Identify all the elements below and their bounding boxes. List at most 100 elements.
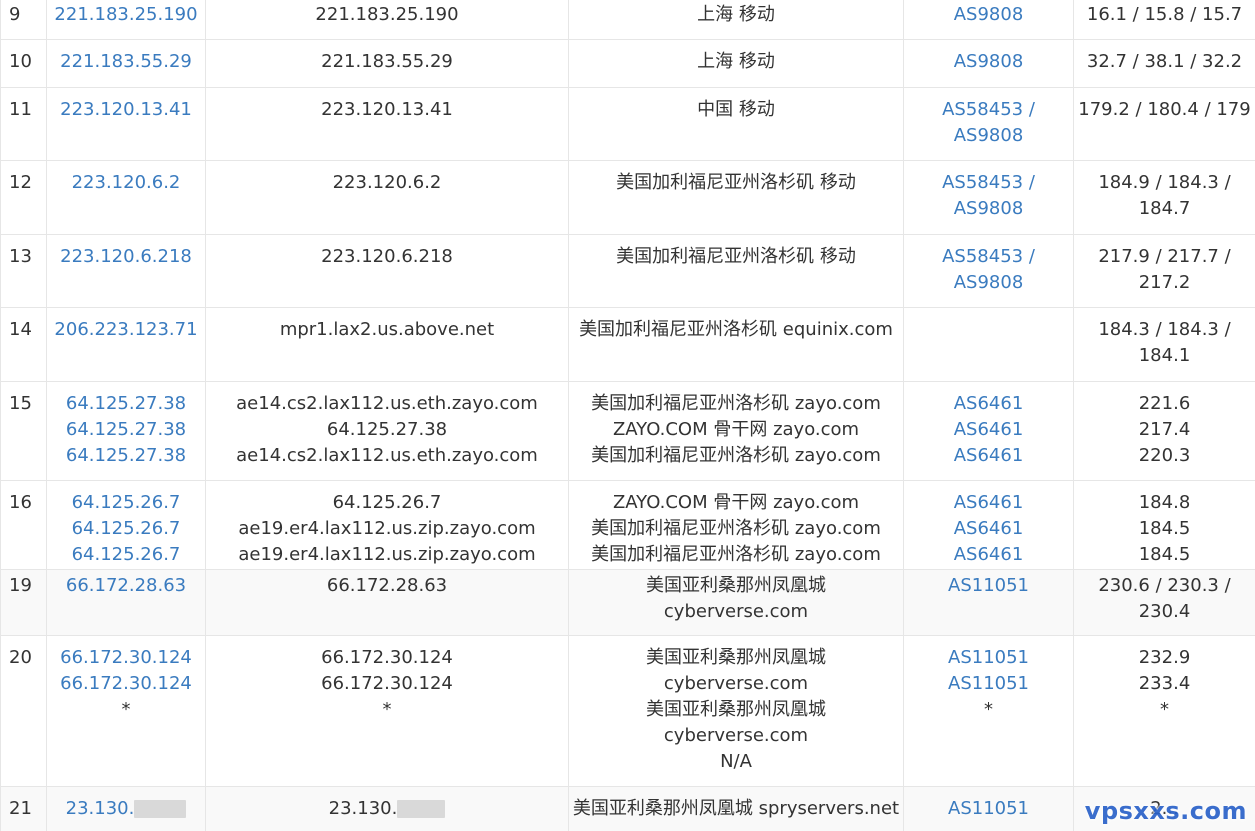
location-cell: 美国亚利桑那州凤凰城 cyberverse.com — [568, 569, 904, 636]
hostname: * — [382, 698, 392, 720]
location: N/A — [720, 750, 752, 772]
ip-link[interactable]: 64.125.26.7 — [47, 542, 205, 568]
hostname-cell: 23.130. — [205, 786, 569, 831]
hostname-cell: mpr1.lax2.us.above.net — [205, 307, 569, 382]
ip-link[interactable]: 23.130. — [66, 798, 135, 819]
location-cell: 美国加利福尼亚州洛杉矶 zayo.com ZAYO.COM 骨干网 zayo.c… — [568, 381, 904, 481]
location: 美国加利福尼亚州洛杉矶 equinix.com — [579, 318, 893, 340]
time-cell: 179.2 / 180.4 / 179 — [1073, 87, 1255, 161]
hop-number: 19 — [0, 569, 47, 636]
location-cell: 美国亚利桑那州凤凰城 spryservers.net — [568, 786, 904, 831]
location: 美国亚利桑那州凤凰城 — [646, 698, 826, 720]
as-link[interactable]: AS9808 — [904, 49, 1073, 75]
as-link[interactable]: AS6461 — [904, 417, 1073, 443]
latency: 184.9 / 184.3 / 184.7 — [1098, 171, 1231, 219]
as-cell — [903, 307, 1074, 382]
hop-number: 21 — [0, 786, 47, 831]
hostname: mpr1.lax2.us.above.net — [279, 318, 495, 340]
hostname-cell: 221.183.55.29 — [205, 39, 569, 88]
latency: 232.9 — [1138, 646, 1191, 668]
table-row: 16 64.125.26.7 64.125.26.7 64.125.26.7 6… — [0, 480, 1255, 570]
latency: 184.5 — [1138, 543, 1191, 565]
table-row: 13 223.120.6.218 223.120.6.218 美国加利福尼亚州洛… — [0, 234, 1255, 308]
as-link[interactable]: AS11051 — [904, 573, 1073, 599]
hostname: 66.172.30.124 — [321, 672, 453, 694]
latency: 217.9 / 217.7 / 217.2 — [1098, 245, 1231, 293]
location: 美国加利福尼亚州洛杉矶 zayo.com — [591, 543, 881, 565]
ip-link[interactable]: 221.183.55.29 — [47, 49, 205, 75]
time-cell: 230.6 / 230.3 / 230.4 — [1073, 569, 1255, 636]
hostname: 66.172.28.63 — [326, 574, 448, 596]
location-cell: 美国加利福尼亚州洛杉矶 移动 — [568, 160, 904, 235]
hostname: 221.183.55.29 — [321, 50, 453, 72]
latency: 179.2 / 180.4 / 179 — [1078, 98, 1251, 120]
as-link[interactable]: AS6461 — [904, 542, 1073, 568]
hop-number: 9 — [0, 0, 47, 40]
hostname-cell: 223.120.6.2 — [205, 160, 569, 235]
hostname: 64.125.27.38 — [326, 418, 448, 440]
ip-link[interactable]: 66.172.30.124 — [47, 645, 205, 671]
ip-link[interactable]: 64.125.27.38 — [47, 443, 205, 469]
table-row: 20 66.172.30.124 66.172.30.124 * 66.172.… — [0, 635, 1255, 787]
as-cell: AS11051 — [903, 569, 1074, 636]
ip-cell: 223.120.6.218 — [46, 234, 206, 308]
hostname-cell: 66.172.30.124 66.172.30.124 * — [205, 635, 569, 787]
hop-number: 14 — [0, 307, 47, 382]
ip-link[interactable]: 223.120.6.2 — [47, 170, 205, 196]
as-cell: AS11051 — [903, 786, 1074, 831]
location: 美国加利福尼亚州洛杉矶 zayo.com — [591, 392, 881, 414]
hostname: 23.130. — [328, 797, 398, 819]
location: 中国 移动 — [697, 98, 775, 120]
as-link[interactable]: AS6461 — [904, 516, 1073, 542]
as-link[interactable]: AS6461 — [904, 490, 1073, 516]
as-link[interactable]: AS58453 / — [942, 172, 1035, 193]
location: 美国亚利桑那州凤凰城 spryservers.net — [572, 797, 900, 819]
ip-link[interactable]: 206.223.123.71 — [47, 317, 205, 343]
as-link[interactable]: AS6461 — [904, 391, 1073, 417]
as-link[interactable]: AS9808 — [904, 270, 1073, 296]
time-cell: 184.8 184.5 184.5 — [1073, 480, 1255, 570]
as-cell: AS6461 AS6461 AS6461 — [903, 480, 1074, 570]
redaction-mask — [397, 799, 446, 818]
location: ZAYO.COM 骨干网 zayo.com — [612, 418, 860, 440]
ip-link[interactable]: 64.125.26.7 — [47, 516, 205, 542]
as-link[interactable]: AS11051 — [904, 645, 1073, 671]
as-link[interactable]: AS9808 — [904, 123, 1073, 149]
ip-cell: 223.120.13.41 — [46, 87, 206, 161]
as-link[interactable]: AS11051 — [904, 796, 1073, 822]
ip-link[interactable]: 64.125.27.38 — [47, 417, 205, 443]
as-link[interactable]: AS58453 / — [942, 99, 1035, 120]
hostname: 223.120.6.218 — [321, 245, 453, 267]
ip-link[interactable]: 223.120.6.218 — [47, 244, 205, 270]
ip-cell: 64.125.26.7 64.125.26.7 64.125.26.7 — [46, 480, 206, 570]
hostname-cell: 64.125.26.7 ae19.er4.lax112.us.zip.zayo.… — [205, 480, 569, 570]
ip-cell: 64.125.27.38 64.125.27.38 64.125.27.38 — [46, 381, 206, 481]
hostname-cell: ae14.cs2.lax112.us.eth.zayo.com 64.125.2… — [205, 381, 569, 481]
ip-cell: 221.183.55.29 — [46, 39, 206, 88]
traceroute-table: 9 221.183.25.190 221.183.25.190 上海 移动 AS… — [0, 0, 1255, 831]
as-link[interactable]: AS6461 — [904, 443, 1073, 469]
ip-link[interactable]: 64.125.27.38 — [47, 391, 205, 417]
hostname-cell: 66.172.28.63 — [205, 569, 569, 636]
ip-link[interactable]: 223.120.13.41 — [47, 97, 205, 123]
ip-link[interactable]: 64.125.26.7 — [47, 490, 205, 516]
ip-link[interactable]: 66.172.30.124 — [47, 671, 205, 697]
as-link[interactable]: AS9808 — [904, 196, 1073, 222]
location: 上海 移动 — [697, 4, 775, 25]
as-link[interactable]: AS58453 / — [942, 246, 1035, 267]
watermark-logo: vpsxxs.com — [1084, 797, 1247, 825]
as-cell: AS6461 AS6461 AS6461 — [903, 381, 1074, 481]
latency: 16.1 / 15.8 / 15.7 — [1086, 4, 1243, 25]
hop-number: 12 — [0, 160, 47, 235]
location-cell: 美国加利福尼亚州洛杉矶 移动 — [568, 234, 904, 308]
location-cell: 上海 移动 — [568, 0, 904, 40]
as-link[interactable]: AS11051 — [904, 671, 1073, 697]
ip-link[interactable]: 221.183.25.190 — [47, 2, 205, 28]
ip-link[interactable]: 66.172.28.63 — [47, 573, 205, 599]
location: 上海 移动 — [697, 50, 775, 72]
hop-number: 20 — [0, 635, 47, 787]
as-link[interactable]: AS9808 — [904, 2, 1073, 28]
redaction-mask — [134, 799, 187, 818]
hop-number: 13 — [0, 234, 47, 308]
location-cell: 美国加利福尼亚州洛杉矶 equinix.com — [568, 307, 904, 382]
